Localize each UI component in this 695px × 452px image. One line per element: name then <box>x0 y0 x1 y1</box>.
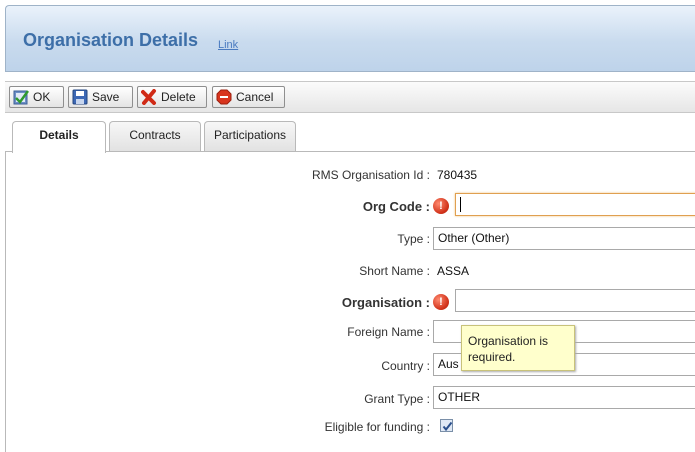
ok-check-icon <box>13 89 30 105</box>
rms-id-value: 780435 <box>437 168 478 182</box>
cancel-label: Cancel <box>236 90 274 104</box>
error-icon: ! <box>433 294 449 310</box>
header-link[interactable]: Link <box>218 39 238 51</box>
org-code-label: Org Code : <box>362 199 430 214</box>
organisation-input[interactable] <box>455 289 695 312</box>
short-name-value[interactable]: ASSA <box>437 264 469 278</box>
organisation-label: Organisation : <box>341 295 430 310</box>
checkmark-icon <box>442 421 453 432</box>
floppy-disk-icon <box>72 89 88 105</box>
save-label: Save <box>92 90 120 104</box>
rms-id-label: RMS Organisation Id : <box>311 168 430 182</box>
grant-type-input[interactable]: OTHER <box>433 386 695 409</box>
ok-label: OK <box>33 90 51 104</box>
foreign-name-label: Foreign Name : <box>347 325 430 339</box>
type-label: Type : <box>397 232 430 246</box>
short-name-label: Short Name : <box>359 264 430 278</box>
country-label: Country : <box>381 359 430 373</box>
eligible-checkbox[interactable] <box>440 419 453 432</box>
ok-button[interactable]: OK <box>9 86 64 108</box>
type-input[interactable]: Other (Other) <box>433 227 695 250</box>
cancel-button[interactable]: Cancel <box>212 86 285 108</box>
tab-details[interactable]: Details <box>12 121 106 153</box>
tooltip-line-1: Organisation is <box>468 334 549 348</box>
validation-tooltip: Organisation is required. <box>461 325 575 371</box>
page-title: Organisation Details <box>23 30 199 50</box>
tooltip-line-2: required. <box>468 350 516 364</box>
toolbar: OK Save Delete Cancel <box>5 81 695 113</box>
eligible-label: Eligible for funding : <box>324 420 430 434</box>
red-x-icon <box>141 89 157 105</box>
save-button[interactable]: Save <box>68 86 133 108</box>
error-icon: ! <box>433 198 449 214</box>
tab-contracts[interactable]: Contracts <box>109 121 201 151</box>
page-header: Organisation Details Link <box>5 5 695 72</box>
org-code-input[interactable] <box>455 193 695 216</box>
tab-participations[interactable]: Participations <box>204 121 296 151</box>
delete-label: Delete <box>161 90 196 104</box>
stop-sign-icon <box>216 89 232 105</box>
delete-button[interactable]: Delete <box>137 86 207 108</box>
grant-type-label: Grant Type : <box>364 392 430 406</box>
text-cursor <box>460 197 461 212</box>
